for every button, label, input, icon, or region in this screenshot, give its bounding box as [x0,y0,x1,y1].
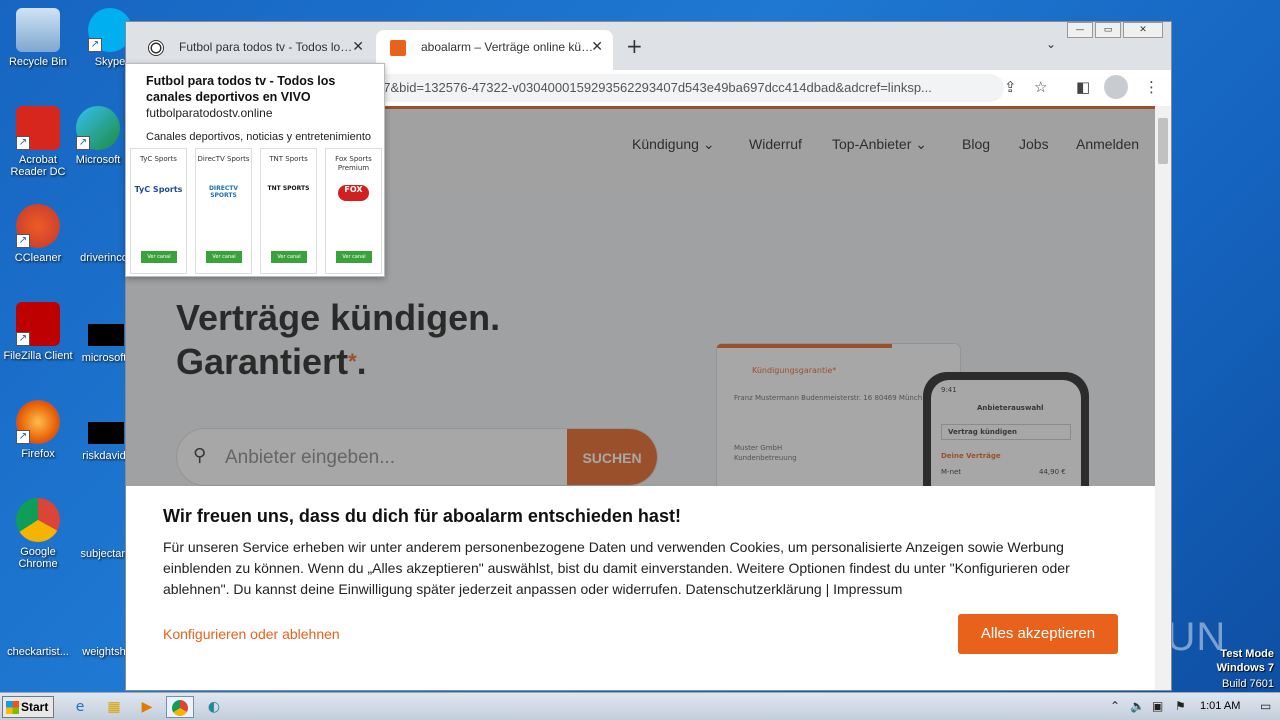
firefox-icon: ↗ [16,400,60,444]
profile-avatar-icon[interactable] [1104,75,1128,99]
watermark-line2: Windows 7 [1216,662,1274,674]
start-button[interactable]: Start [2,696,54,718]
channel-card: DirecTV Sports DIRECTV SPORTS Ver canal [195,148,252,274]
hover-card-description: Canales deportivos, noticias y entreteni… [146,131,372,143]
ver-canal-button: Ver canal [336,251,372,263]
close-icon[interactable]: ✕ [352,38,364,55]
ie-taskbar-icon[interactable]: e [66,696,94,718]
desktop-icon-label: weightsh [82,646,126,658]
watermark-line1: Test Mode [1220,648,1274,660]
desktop-icon-label: subjectan [80,548,128,560]
windows-logo-icon [6,701,19,714]
cookie-title: Wir freuen uns, dass du dich für aboalar… [163,506,681,526]
filezilla-icon: ↗ [16,302,60,346]
menu-kebab-icon[interactable]: ⋮ [1144,78,1159,96]
channel-logo: TyC Sports [134,185,183,194]
channel-logo: FOX [338,185,369,201]
channel-card: Fox Sports Premium FOX Ver canal [325,148,382,274]
new-tab-button[interactable]: + [626,34,643,58]
configure-link[interactable]: Konfigurieren oder ablehnen [163,626,340,642]
firefox-shortcut[interactable]: ↗ Firefox [0,400,76,460]
volume-icon[interactable]: 🔈 [1130,699,1145,713]
desktop-icon-label: driverinco [80,252,128,264]
chrome-taskbar-icon[interactable] [166,696,194,718]
accept-all-button[interactable]: Alles akzeptieren [958,614,1118,654]
acrobat-icon: ↗ [16,106,60,150]
soccer-ball-icon [148,40,164,56]
clock[interactable]: 1:01 AM [1200,700,1240,712]
tray-expand-icon[interactable]: ⌃ [1110,699,1120,713]
hover-card-url: futbolparatodostv.online [146,106,273,120]
recycle-bin-shortcut[interactable]: Recycle Bin [0,8,76,68]
desktop-icon-label: Skype [94,56,126,68]
ccleaner-shortcut[interactable]: ↗ CCleaner [0,204,76,264]
channel-name: Fox Sports Premium [335,155,372,172]
cookie-text: Für unseren Service erheben wir unter an… [163,539,1070,597]
channel-name: TNT Sports [269,155,308,163]
taskbar: Start e ▦ ▶ ◐ ⌃ 🔈 ▣ ⚑ 1:01 AM ▭ [0,692,1280,720]
channel-name: DirecTV Sports [197,155,250,163]
desktop-icon-label: Recycle Bin [8,56,68,68]
edge-icon: ↗ [76,106,120,150]
edge-taskbar-icon[interactable]: ◐ [200,696,228,718]
desktop-icon-label: CCleaner [14,252,62,264]
channel-name: TyC Sports [140,155,177,163]
chrome-shortcut[interactable]: Google Chrome [0,498,76,570]
window-controls: — ▭ ✕ [1067,22,1163,38]
hover-card-preview: TyC Sports TyC Sports Ver canal DirecTV … [130,148,382,274]
close-window-button[interactable]: ✕ [1123,22,1163,38]
network-icon[interactable]: ▣ [1152,699,1163,713]
desktop-icon-label: microsoft [81,352,127,364]
tab-title: Futbol para todos tv - Todos los canales [179,40,354,54]
side-panel-icon[interactable]: ◧ [1076,78,1090,96]
address-bar[interactable]: 77&bid=132576-47322-v0304000159293562293… [374,74,1004,102]
desktop-icon-label: Google Chrome [18,546,58,570]
show-desktop-icon[interactable]: ▭ [1260,699,1271,713]
bookmark-star-icon[interactable]: ☆ [1034,78,1047,96]
ver-canal-button: Ver canal [206,251,242,263]
maximize-button[interactable]: ▭ [1095,22,1121,38]
channel-logo: DIRECTV SPORTS [208,185,239,199]
share-icon[interactable]: ⇪ [1004,78,1017,96]
start-label: Start [21,700,49,714]
desktop-icon-label: checkartist... [7,646,69,658]
chrome-icon [172,700,188,716]
recycle-bin-icon [16,8,60,52]
minimize-button[interactable]: — [1067,22,1093,38]
desktop-icon-label: Firefox [21,448,55,460]
ccleaner-icon: ↗ [16,204,60,248]
ver-canal-button: Ver canal [141,251,177,263]
channel-card: TyC Sports TyC Sports Ver canal [130,148,187,274]
tab-title: aboalarm – Verträge online kündigen [421,40,596,54]
redacted-icon [88,324,124,346]
scrollbar-thumb[interactable] [1158,118,1168,164]
aboalarm-favicon-icon [390,40,406,56]
flag-icon[interactable]: ⚑ [1175,699,1186,713]
media-player-taskbar-icon[interactable]: ▶ [133,696,161,718]
desktop-icon-label: Microsoft [75,154,121,166]
watermark-line3: Build 7601 [1222,678,1274,690]
cookie-consent-banner: Wir freuen uns, dass du dich für aboalar… [126,486,1155,690]
chrome-icon [16,498,60,542]
desktop-icon-label: Acrobat Reader DC [10,154,66,178]
tab-search-button[interactable]: ⌄ [1046,37,1056,51]
channel-card: TNT Sports TNT SPORTS Ver canal [260,148,317,274]
desktop-icon-label: FileZilla Client [3,350,73,362]
checkartist-shortcut[interactable]: checkartist... [0,646,76,658]
page-scrollbar[interactable] [1155,106,1171,690]
ver-canal-button: Ver canal [271,251,307,263]
channel-logo: TNT SPORTS [267,185,310,192]
tab-hover-card: Futbol para todos tv - Todos los canales… [125,63,385,277]
close-icon[interactable]: ✕ [591,38,603,55]
desktop-icon-label: riskdavid [82,450,126,462]
tab-aboalarm[interactable]: aboalarm – Verträge online kündigen ✕ [376,30,613,70]
hover-card-title: Futbol para todos tv - Todos los canales… [146,74,336,104]
explorer-taskbar-icon[interactable]: ▦ [100,696,128,718]
redacted-icon [88,422,124,444]
file-icon [82,204,126,248]
filezilla-shortcut[interactable]: ↗ FileZilla Client [0,302,76,362]
